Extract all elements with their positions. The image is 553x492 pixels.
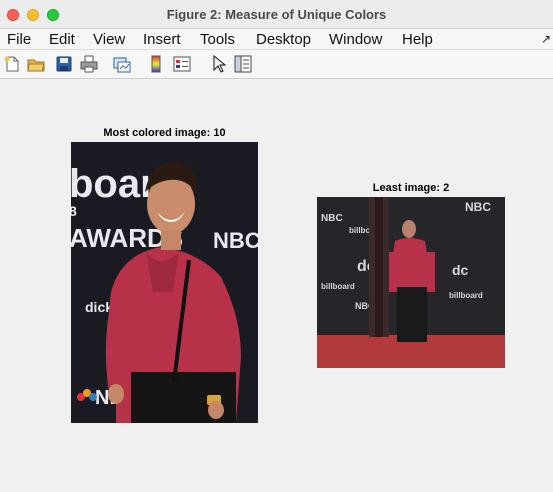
link-plot-icon[interactable] xyxy=(113,55,131,73)
toolbar xyxy=(0,50,553,79)
menu-desktop[interactable]: Desktop xyxy=(256,31,311,48)
save-icon[interactable] xyxy=(55,55,73,73)
bg-text-nbc-1: NBC xyxy=(321,213,343,224)
bg-text-dc-2: dc xyxy=(452,262,469,278)
backdrop-text-nbc: NBC xyxy=(213,228,258,253)
pointer-icon[interactable] xyxy=(210,55,228,73)
menu-help[interactable]: Help xyxy=(402,31,433,48)
bg-text-billboard-3: billboard xyxy=(449,291,483,300)
figure-canvas: Most colored image: 10 board AWARDS 8 NB… xyxy=(0,80,553,492)
backdrop-text-number: 8 xyxy=(71,203,77,219)
menu-bar: File Edit View Insert Tools Desktop Wind… xyxy=(0,29,553,50)
menu-overflow-arrow-icon[interactable]: ↗ xyxy=(541,32,551,46)
menu-window[interactable]: Window xyxy=(329,31,382,48)
legend-icon[interactable] xyxy=(173,55,191,73)
print-icon[interactable] xyxy=(80,55,98,73)
right-axes-title: Least image: 2 xyxy=(372,182,450,194)
menu-insert[interactable]: Insert xyxy=(143,31,181,48)
bg-text-nbc-2: NBC xyxy=(465,200,491,214)
colorbar-icon[interactable] xyxy=(147,55,165,73)
most-colored-image: board AWARDS 8 NBC dick NBC xyxy=(71,142,258,423)
bg-text-billboard-2: billboard xyxy=(321,282,355,291)
menu-edit[interactable]: Edit xyxy=(49,31,75,48)
property-inspector-icon[interactable] xyxy=(234,55,252,73)
open-folder-icon[interactable] xyxy=(27,55,45,73)
title-bar: Figure 2: Measure of Unique Colors xyxy=(0,0,553,29)
most-colored-photo-svg: board AWARDS 8 NBC dick NBC xyxy=(71,142,258,423)
window-title: Figure 2: Measure of Unique Colors xyxy=(166,7,387,22)
left-axes-title: Most colored image: 10 xyxy=(103,127,226,139)
least-colored-photo-svg: NBC dc billboard NBC dc NBC billboard bi… xyxy=(317,197,505,368)
menu-file[interactable]: File xyxy=(7,31,31,48)
new-file-icon[interactable] xyxy=(3,55,21,73)
menu-view[interactable]: View xyxy=(93,31,125,48)
least-colored-image: NBC dc billboard NBC dc NBC billboard bi… xyxy=(317,197,505,368)
menu-tools[interactable]: Tools xyxy=(200,31,235,48)
